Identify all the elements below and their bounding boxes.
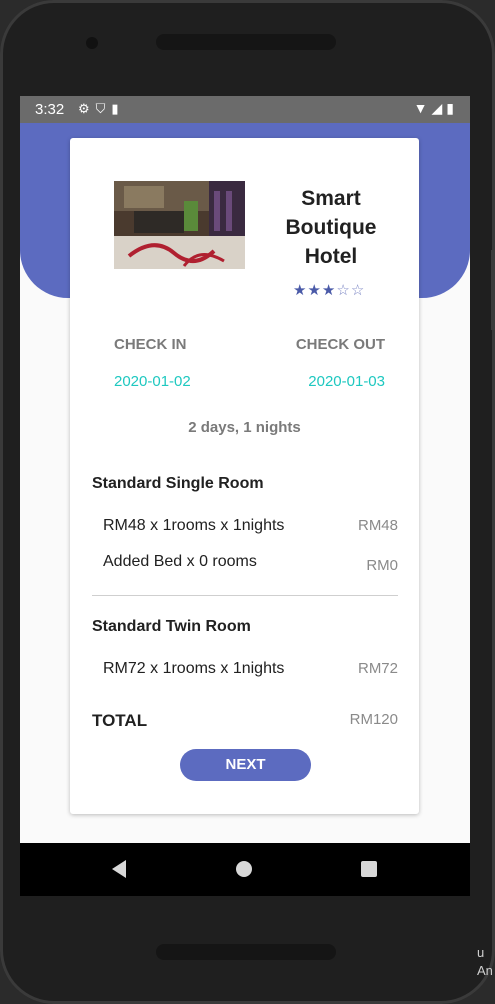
star-empty-icon: ☆ [350,282,366,299]
next-button[interactable]: NEXT [180,749,311,781]
line-item-label: Added Bed x 0 rooms [103,553,257,570]
battery-icon: ▮ [446,100,458,116]
recent-apps-icon[interactable] [361,861,377,877]
star-filled-icon: ★ [307,282,322,299]
room-title: Standard Twin Room [92,618,251,635]
line-item-label: RM48 x 1rooms x 1nights [103,517,285,534]
edge-clipped-text: u An [477,945,493,978]
star-rating: ★★★☆☆ [293,281,365,299]
hotel-name: Smart Boutique Hotel [285,187,377,268]
back-icon[interactable] [112,860,126,878]
status-time: 3:32 [35,101,65,118]
navigation-bar [20,843,470,896]
home-icon[interactable] [236,861,252,877]
status-bar: 3:32 ⚙⛉▮ ▼◢▮ [20,96,470,123]
hotel-photo [114,181,245,269]
total-label: TOTAL [92,711,148,730]
status-icons-left: ⚙⛉▮ [78,101,125,117]
front-camera [86,37,98,49]
line-item-label: RM72 x 1rooms x 1nights [103,660,285,677]
volume-button [491,250,495,330]
bottom-speaker [156,944,336,960]
gear-icon: ⚙ [78,101,96,116]
star-filled-icon: ★ [293,282,308,299]
check-in-label: CHECK IN [114,336,187,353]
room-title: Standard Single Room [92,475,264,492]
screen: 3:32 ⚙⛉▮ ▼◢▮ Smart Boutique Hotel ★★★☆☆ … [20,96,470,896]
booking-summary-card: Smart Boutique Hotel ★★★☆☆ CHECK IN CHEC… [70,138,419,814]
device-frame: 3:32 ⚙⛉▮ ▼◢▮ Smart Boutique Hotel ★★★☆☆ … [0,0,495,1004]
status-icons-right: ▼◢▮ [414,100,458,117]
stay-duration: 2 days, 1 nights [188,419,301,436]
sd-card-icon: ▮ [111,101,125,116]
check-in-date: 2020-01-02 [114,373,191,390]
check-out-date: 2020-01-03 [308,373,385,390]
total-value: RM120 [349,711,398,728]
check-out-label: CHECK OUT [295,336,385,353]
line-item-price: RM48 [357,517,398,534]
line-item-price: RM72 [357,660,398,677]
line-item-price: RM0 [366,557,398,574]
star-filled-icon: ★ [321,282,337,299]
top-speaker [156,34,336,50]
wifi-icon: ▼ [413,100,432,116]
signal-icon: ◢ [431,100,447,116]
shield-icon: ⛉ [95,101,112,116]
room-divider [92,595,398,596]
star-empty-icon: ☆ [336,282,351,299]
